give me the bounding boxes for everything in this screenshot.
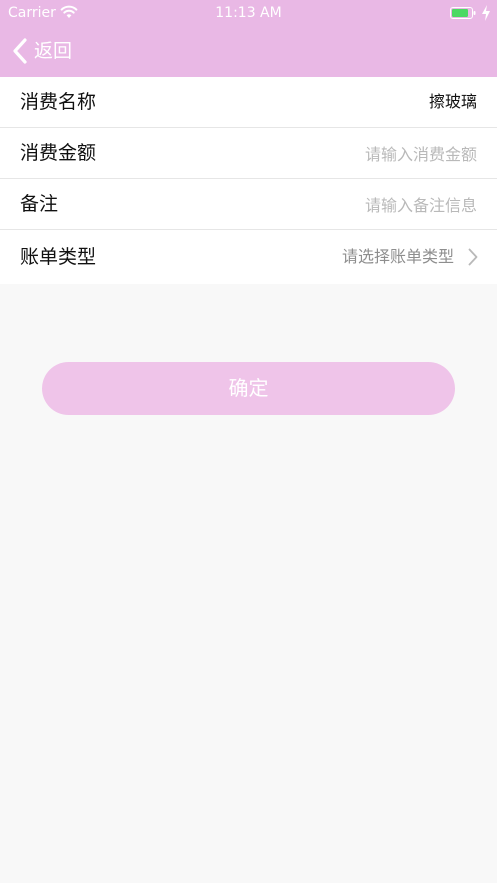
chevron-right-icon [468,248,478,266]
name-label: 消费名称 [20,91,97,113]
form-row-amount: 消费金额 [0,128,497,179]
form-row-note: 备注 [0,179,497,230]
bill-type-label: 账单类型 [20,246,97,268]
note-input[interactable] [277,192,477,218]
form-row-name: 消费名称 擦玻璃 [0,77,497,128]
expense-form: 消费名称 擦玻璃 消费金额 备注 账单类型 请选择账单类型 [0,77,497,284]
amount-label: 消费金额 [20,142,97,164]
app-header: Carrier 11:13 AM 返回 [0,0,497,77]
chevron-left-icon [13,38,27,64]
back-label: 返回 [34,40,73,62]
name-value[interactable]: 擦玻璃 [429,77,477,127]
bill-type-select[interactable]: 请选择账单类型 [342,230,454,284]
form-row-bill-type[interactable]: 账单类型 请选择账单类型 [0,230,497,284]
battery-icon [450,7,476,19]
status-bar: Carrier 11:13 AM [0,0,497,26]
amount-input[interactable] [277,141,477,167]
note-label: 备注 [20,193,59,215]
back-button[interactable]: 返回 [12,36,72,66]
charging-bolt-icon [482,5,490,21]
navigation-bar: 返回 [0,26,497,77]
confirm-button[interactable]: 确定 [42,362,455,415]
status-time: 11:13 AM [215,5,282,21]
